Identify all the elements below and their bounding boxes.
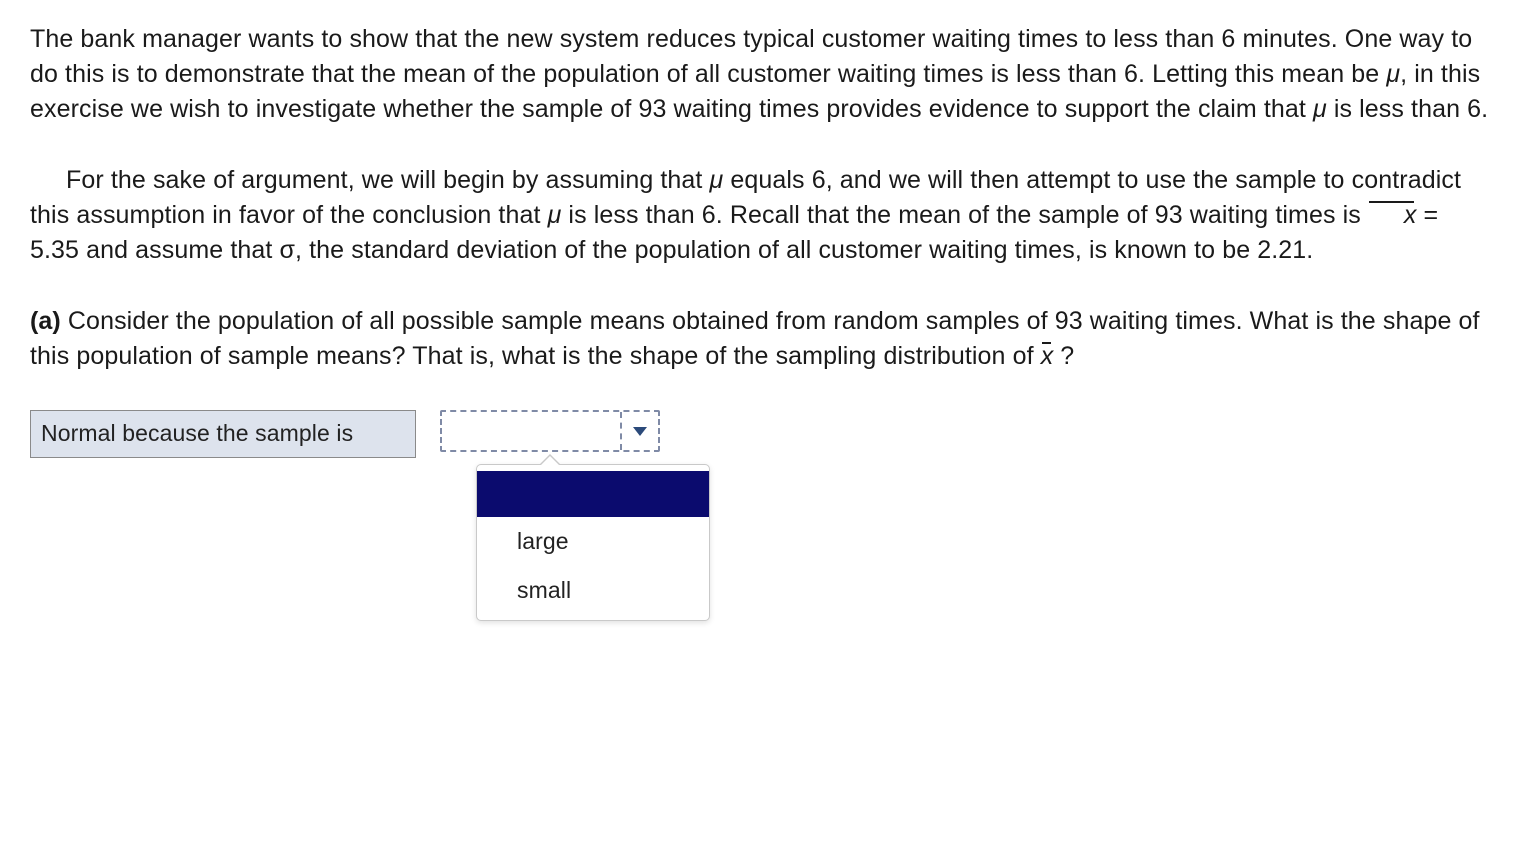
dropdown-trigger[interactable] (440, 410, 660, 452)
x-bar-symbol: x (1368, 198, 1417, 233)
answer-area: Normal because the sample is large small (30, 410, 1494, 458)
text: , the standard deviation of the populati… (295, 236, 1313, 264)
problem-paragraph-1: The bank manager wants to show that the … (30, 22, 1494, 127)
text: is less than 6. Recall that the mean of … (561, 201, 1368, 229)
dropdown-value (442, 412, 620, 450)
answer-stem: Normal because the sample is (30, 410, 416, 458)
chevron-down-icon (633, 427, 647, 436)
sigma-symbol: σ (280, 236, 296, 264)
dropdown-menu: large small (476, 464, 710, 621)
problem-paragraph-2: For the sake of argument, we will begin … (30, 163, 1494, 268)
text: For the sake of argument, we will begin … (66, 166, 710, 194)
dropdown-option-blank[interactable] (477, 471, 709, 517)
text: The bank manager wants to show that the … (30, 25, 1472, 88)
mu-symbol: μ (1386, 60, 1400, 88)
text: is less than 6. (1327, 95, 1488, 123)
dropdown-arrow-cell (620, 412, 658, 450)
text: Consider the population of all possible … (30, 307, 1480, 370)
question-label: (a) (30, 307, 61, 335)
mu-symbol: μ (1313, 95, 1327, 123)
mu-symbol: μ (548, 201, 562, 229)
dropdown-option-small[interactable]: small (477, 566, 709, 615)
question-page: The bank manager wants to show that the … (0, 0, 1524, 856)
mu-symbol: μ (710, 166, 724, 194)
dropdown-pointer-icon (539, 454, 561, 465)
x-bar-symbol: x (1041, 339, 1054, 374)
question-a: (a) Consider the population of all possi… (30, 304, 1494, 374)
text: ? (1053, 342, 1074, 370)
dropdown-wrap: large small (440, 410, 660, 452)
dropdown-option-large[interactable]: large (477, 517, 709, 566)
